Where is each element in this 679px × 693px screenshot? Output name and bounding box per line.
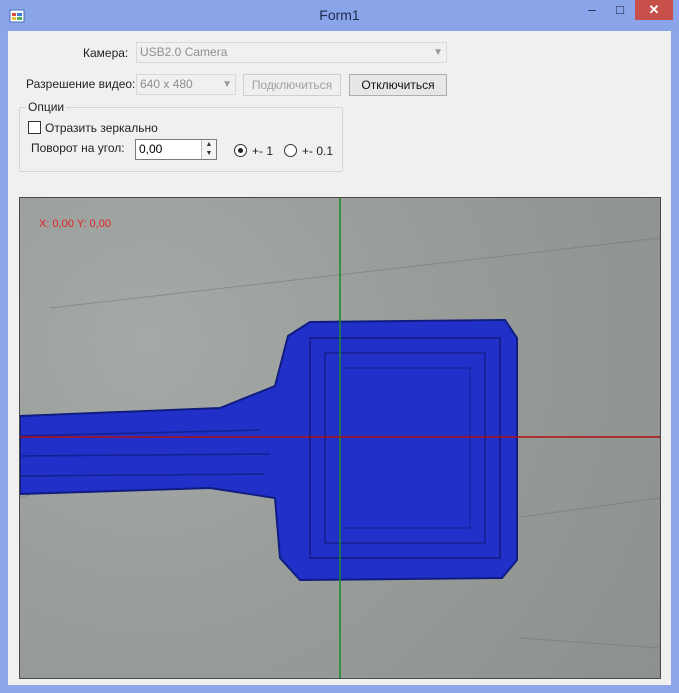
connect-button[interactable]: Подключиться bbox=[243, 74, 341, 96]
minimize-button[interactable]: ‒ bbox=[578, 0, 606, 20]
camera-select[interactable]: USB2.0 Camera ▼ bbox=[136, 42, 447, 63]
camera-frame bbox=[20, 198, 660, 678]
spin-up-icon[interactable]: ▲ bbox=[202, 140, 216, 149]
camera-select-value: USB2.0 Camera bbox=[140, 45, 228, 59]
radio-selected-dot bbox=[238, 148, 243, 153]
mirror-checkbox[interactable] bbox=[28, 121, 41, 134]
step-01-radio[interactable] bbox=[284, 144, 297, 157]
step-1-label: +- 1 bbox=[252, 144, 274, 158]
video-preview[interactable]: X: 0,00 Y: 0,00 bbox=[19, 197, 661, 679]
maximize-button[interactable]: □ bbox=[606, 0, 634, 20]
coordinate-readout: X: 0,00 Y: 0,00 bbox=[39, 218, 111, 230]
title-bar[interactable]: Form1 ‒ □ ✕ bbox=[0, 0, 679, 31]
step-1-radio[interactable] bbox=[234, 144, 247, 157]
spin-down-icon[interactable]: ▼ bbox=[202, 149, 216, 158]
rotate-angle-value: 0,00 bbox=[139, 142, 163, 156]
resolution-select-value: 640 x 480 bbox=[140, 77, 193, 91]
main-window: Form1 ‒ □ ✕ Камера: USB2.0 Camera ▼ Разр… bbox=[0, 0, 679, 693]
rotate-angle-input[interactable]: 0,00 ▲ ▼ bbox=[135, 139, 217, 160]
resolution-select[interactable]: 640 x 480 ▼ bbox=[136, 74, 236, 95]
chevron-down-icon: ▼ bbox=[222, 79, 232, 90]
step-01-label: +- 0.1 bbox=[302, 144, 334, 158]
rotate-label: Поворот на угол: bbox=[31, 141, 125, 155]
disconnect-button[interactable]: Отключиться bbox=[349, 74, 447, 96]
client-area: Камера: USB2.0 Camera ▼ Разрешение видео… bbox=[8, 31, 671, 685]
camera-label: Камера: bbox=[83, 46, 129, 60]
resolution-label: Разрешение видео: bbox=[26, 77, 136, 91]
blue-object bbox=[20, 318, 518, 582]
close-button[interactable]: ✕ bbox=[635, 0, 673, 20]
scratch-line bbox=[49, 237, 660, 309]
options-group-title: Опции bbox=[26, 100, 67, 114]
mirror-label: Отразить зеркально bbox=[45, 121, 158, 135]
chevron-down-icon: ▼ bbox=[433, 47, 443, 58]
rotate-spinner[interactable]: ▲ ▼ bbox=[201, 140, 216, 159]
scratch-line bbox=[519, 637, 660, 649]
